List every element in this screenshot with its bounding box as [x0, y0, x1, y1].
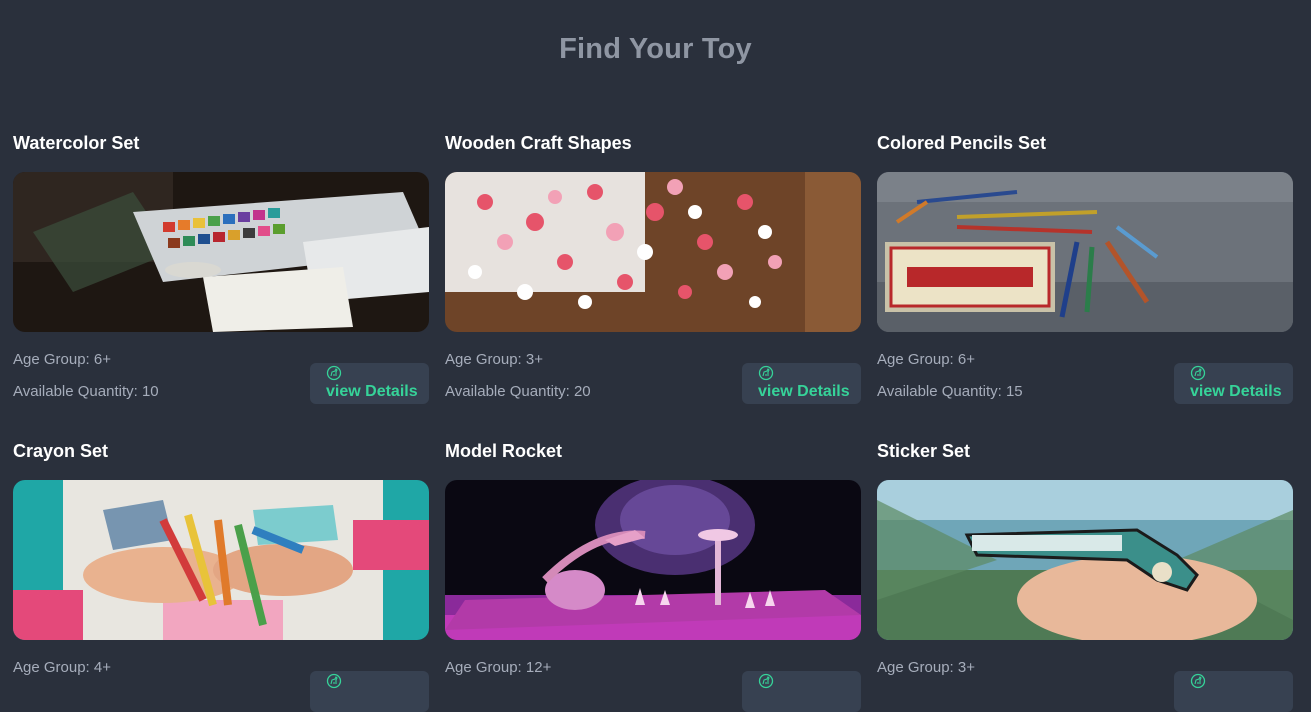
age-group: Age Group: 3+	[877, 659, 975, 676]
dinosaur-icon	[326, 365, 342, 381]
view-details-button[interactable]: view Details	[1174, 363, 1293, 404]
view-details-button[interactable]	[1174, 671, 1293, 712]
age-group-label: Age Group:	[877, 659, 958, 676]
dinosaur-icon	[1190, 365, 1206, 381]
view-details-button[interactable]: view Details	[310, 363, 429, 404]
age-group-label: Age Group:	[445, 659, 526, 676]
age-group-label: Age Group:	[13, 659, 94, 676]
dinosaur-icon	[758, 673, 774, 689]
age-group-label: Age Group:	[877, 351, 958, 368]
dinosaur-icon	[758, 365, 774, 381]
age-group-label: Age Group:	[445, 351, 526, 368]
age-group-value: 4+	[93, 659, 111, 676]
age-group-label: Age Group:	[13, 351, 94, 368]
quantity-label: Available Quantity:	[13, 383, 142, 400]
toy-name: Crayon Set	[13, 441, 109, 461]
toy-card: Colored Pencils Set Age Group: 6+ Availa…	[877, 132, 1293, 404]
toy-name: Watercolor Set	[13, 133, 140, 153]
quantity-value: 20	[573, 383, 591, 400]
age-group-value: 3+	[525, 351, 543, 368]
page-title: Find Your Toy	[559, 33, 752, 65]
age-group-value: 6+	[957, 351, 975, 368]
quantity-value: 15	[1005, 383, 1023, 400]
age-group: Age Group: 4+	[13, 659, 111, 676]
quantity-label: Available Quantity:	[445, 383, 574, 400]
age-group: Age Group: 3+	[445, 351, 543, 368]
view-details-label: view Details	[758, 383, 850, 400]
age-group-value: 3+	[957, 659, 975, 676]
toy-image-sticker-set	[877, 480, 1293, 640]
age-group-value: 6+	[93, 351, 111, 368]
view-details-label: view Details	[1190, 383, 1282, 400]
toy-card: Watercolor Set Age Group: 6+ Available Q…	[13, 132, 429, 404]
dinosaur-icon	[1190, 673, 1206, 689]
age-group: Age Group: 12+	[445, 659, 551, 676]
view-details-button[interactable]: view Details	[742, 363, 861, 404]
toy-card: Wooden Craft Shapes Age Group: 3+ Availa…	[445, 132, 861, 404]
quantity-label: Available Quantity:	[877, 383, 1006, 400]
available-quantity: Available Quantity: 10	[13, 383, 159, 400]
view-details-button[interactable]	[310, 671, 429, 712]
toy-image-wooden-craft-shapes	[445, 172, 861, 332]
age-group: Age Group: 6+	[13, 351, 111, 368]
view-details-button[interactable]	[742, 671, 861, 712]
toy-name: Model Rocket	[445, 441, 563, 461]
view-details-label: view Details	[326, 383, 418, 400]
toy-card: Sticker Set Age Group: 3+	[877, 440, 1293, 712]
age-group: Age Group: 6+	[877, 351, 975, 368]
available-quantity: Available Quantity: 20	[445, 383, 591, 400]
toy-card: Crayon Set Age Group: 4+	[13, 440, 429, 712]
toy-image-crayon-set	[13, 480, 429, 640]
toy-image-watercolor-set	[13, 172, 429, 332]
toy-image-colored-pencils-set	[877, 172, 1293, 332]
toy-name: Wooden Craft Shapes	[445, 133, 632, 153]
toy-name: Colored Pencils Set	[877, 133, 1047, 153]
toy-image-model-rocket	[445, 480, 861, 640]
toy-card: Model Rocket Age Group: 12+	[445, 440, 861, 712]
available-quantity: Available Quantity: 15	[877, 383, 1023, 400]
quantity-value: 10	[141, 383, 159, 400]
dinosaur-icon	[326, 673, 342, 689]
toy-name: Sticker Set	[877, 441, 971, 461]
age-group-value: 12+	[525, 659, 552, 676]
